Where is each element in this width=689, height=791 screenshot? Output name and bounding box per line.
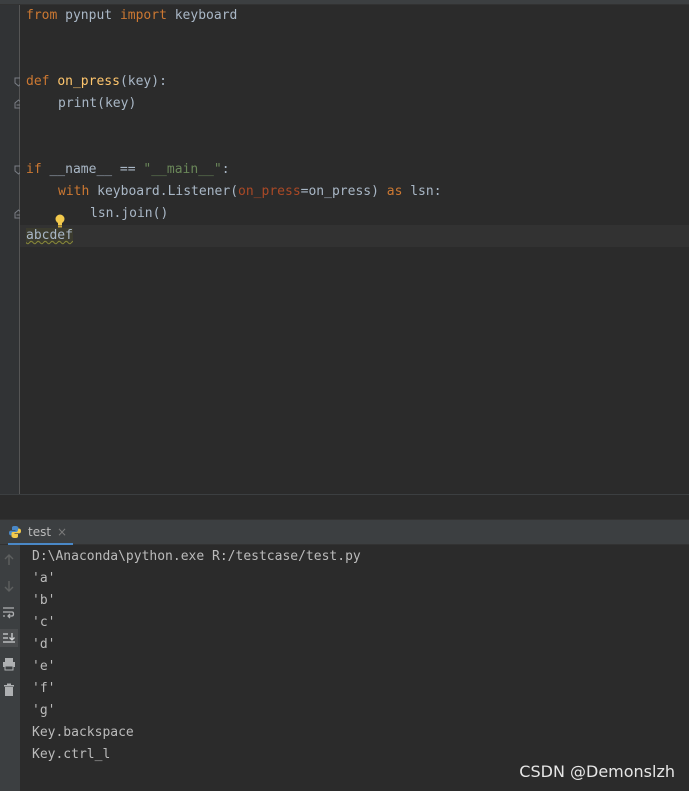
keyword: if — [26, 162, 42, 177]
code-text: print(key) — [58, 96, 137, 111]
console-line: 'b' — [32, 593, 56, 608]
named-param: on_press — [238, 184, 301, 199]
run-tool-window-header: test × — [0, 519, 689, 546]
up-arrow-button[interactable] — [0, 551, 18, 569]
keyword: from — [26, 8, 58, 23]
current-line-highlight — [20, 225, 689, 247]
line-gutter[interactable] — [0, 5, 23, 494]
keyword: as — [386, 184, 403, 199]
code-line-5: print(key) — [58, 93, 136, 115]
module-name: pynput — [57, 8, 120, 23]
console-line: 'f' — [32, 681, 56, 696]
code-line-10: lsn.join() — [90, 203, 168, 225]
print-icon — [3, 658, 15, 671]
code-line-4: def on_press(key): — [26, 71, 167, 93]
down-arrow-button[interactable] — [0, 577, 18, 595]
code-text: lsn.join() — [90, 206, 169, 221]
console-line: 'g' — [32, 703, 56, 718]
clear-button[interactable] — [0, 681, 18, 699]
soft-wrap-button[interactable] — [0, 603, 18, 621]
scroll-to-end-button[interactable] — [0, 629, 18, 647]
code-line-11: abcdef — [26, 225, 73, 247]
console-line: 'd' — [32, 637, 56, 652]
keyword: with — [58, 184, 90, 199]
scroll-to-end-icon — [3, 633, 15, 643]
console-line: D:\Anaconda\python.exe R:/testcase/test.… — [32, 549, 361, 564]
import-name: keyboard — [166, 8, 238, 23]
python-icon — [9, 525, 21, 538]
keyword: import — [119, 8, 167, 23]
run-toolbar — [0, 545, 20, 791]
soft-wrap-icon — [3, 607, 15, 619]
code-line-8: if __name__ == "__main__": — [26, 159, 230, 181]
string-literal: "__main__" — [143, 162, 222, 177]
console-line: 'a' — [32, 571, 56, 586]
up-arrow-icon — [4, 554, 14, 565]
code-text: : — [221, 162, 230, 177]
editor-bottom-area — [0, 494, 689, 520]
code-text: __name__ == — [41, 162, 144, 177]
console-output[interactable]: D:\Anaconda\python.exe R:/testcase/test.… — [20, 545, 689, 791]
function-params: (key): — [119, 74, 167, 89]
tab-test[interactable]: test × — [8, 520, 74, 546]
keyword: def — [26, 74, 50, 89]
tab-label: test — [28, 524, 52, 539]
console-line: 'c' — [32, 615, 56, 630]
console-line: 'e' — [32, 659, 56, 674]
code-text: keyboard.Listener( — [89, 184, 239, 199]
console-line: Key.ctrl_l — [32, 747, 111, 762]
trash-icon — [4, 683, 14, 696]
code-text: =on_press) — [300, 184, 387, 199]
down-arrow-icon — [4, 581, 14, 592]
code-line-9: with keyboard.Listener(on_press=on_press… — [58, 181, 442, 203]
console-line: Key.backspace — [32, 725, 134, 740]
code-text: lsn: — [402, 184, 442, 199]
code-line-1: from pynput import keyboard — [26, 5, 237, 27]
close-icon[interactable]: × — [57, 525, 67, 539]
code-editor[interactable]: from pynput import keyboard def on_press… — [20, 5, 689, 494]
function-name: on_press — [57, 74, 120, 89]
warning-text: abcdef — [26, 228, 73, 243]
watermark: CSDN @Demonslzh — [519, 762, 675, 781]
print-button[interactable] — [0, 655, 18, 673]
